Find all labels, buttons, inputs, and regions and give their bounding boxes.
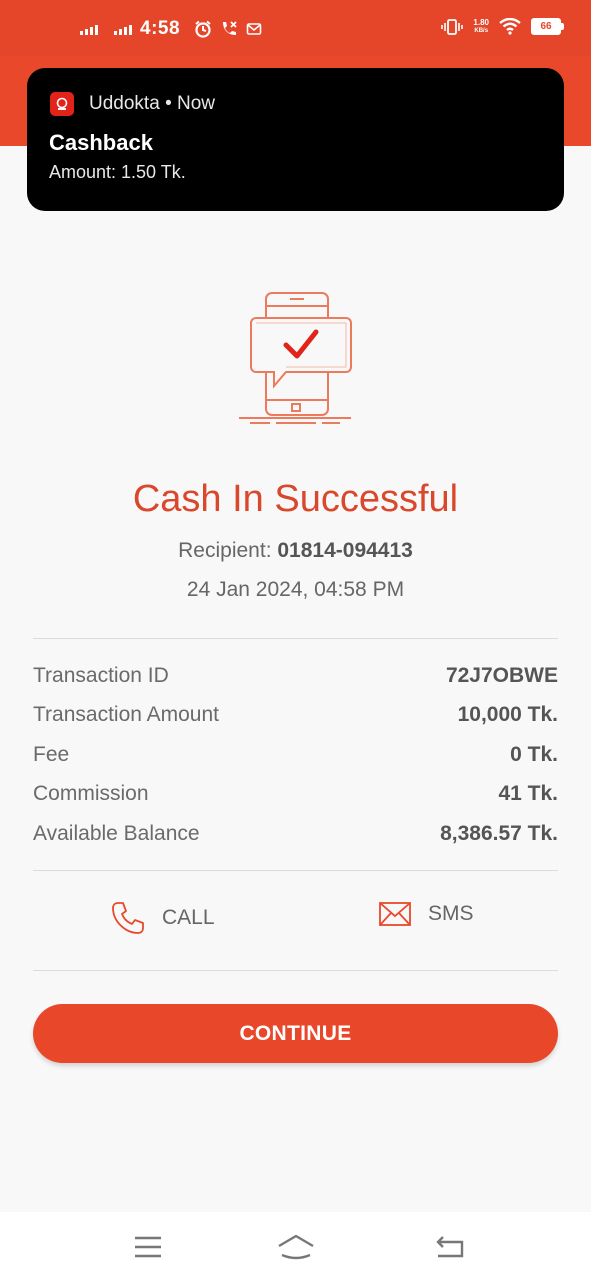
network-speed-unit: KB/s	[474, 27, 489, 34]
continue-button[interactable]: CONTINUE	[33, 1004, 558, 1063]
menu-icon	[135, 1236, 161, 1258]
home-icon	[278, 1234, 314, 1260]
recipient-line: Recipient: 01814-094413	[0, 539, 591, 563]
notification-time: Now	[177, 93, 216, 114]
notification-body: Amount: 1.50 Tk.	[49, 162, 186, 182]
divider	[33, 870, 558, 871]
wifi-icon	[499, 18, 521, 35]
envelope-icon	[379, 902, 411, 926]
detail-value: 8,386.57 Tk.	[440, 821, 558, 845]
detail-value: 0 Tk.	[510, 742, 558, 766]
battery-level: 66	[540, 21, 552, 32]
app-logo-icon	[50, 92, 74, 116]
back-button[interactable]	[433, 1230, 467, 1264]
status-bar: 4:58 1.80 KB/s 66	[0, 0, 591, 56]
phone-icon	[112, 902, 144, 934]
network-speed: 1.80 KB/s	[473, 17, 489, 35]
detail-value: 10,000 Tk.	[457, 703, 558, 727]
detail-row-fee: Fee 0 Tk.	[33, 735, 558, 775]
divider	[33, 638, 558, 639]
alarm-icon	[195, 20, 211, 38]
notification-app-label: Uddokta	[89, 93, 160, 114]
detail-label: Transaction Amount	[33, 703, 219, 727]
notification-app-name: Uddokta • Now	[89, 93, 215, 115]
signal-icon	[80, 23, 98, 35]
recipient-label: Recipient:	[178, 539, 272, 562]
notification-title: Cashback	[49, 130, 153, 155]
call-label: CALL	[162, 906, 215, 929]
transaction-details: Transaction ID 72J7OBWE Transaction Amou…	[33, 656, 558, 854]
signal-icon	[114, 23, 132, 35]
back-icon	[436, 1236, 464, 1258]
detail-row-commission: Commission 41 Tk.	[33, 775, 558, 815]
phone-success-icon	[239, 292, 352, 424]
detail-value: 41 Tk.	[498, 782, 558, 806]
detail-row-transaction-amount: Transaction Amount 10,000 Tk.	[33, 696, 558, 736]
notification-separator: •	[165, 93, 177, 114]
detail-value: 72J7OBWE	[445, 663, 558, 687]
transaction-datetime: 24 Jan 2024, 04:58 PM	[186, 578, 405, 601]
navigation-bar	[0, 1212, 591, 1280]
sms-label: SMS	[428, 902, 474, 925]
missed-call-icon	[223, 21, 237, 35]
success-title: Cash In Successful	[132, 478, 459, 520]
home-button[interactable]	[275, 1230, 317, 1264]
status-time: 4:58	[140, 18, 181, 39]
battery-icon: 66	[531, 18, 564, 35]
menu-button[interactable]	[131, 1230, 165, 1264]
message-icon	[246, 23, 262, 35]
detail-label: Transaction ID	[33, 663, 169, 687]
recipient-number: 01814-094413	[277, 539, 413, 562]
detail-label: Available Balance	[33, 821, 200, 845]
cashback-notification[interactable]: Uddokta • Now Cashback Amount: 1.50 Tk.	[27, 68, 564, 211]
network-speed-value: 1.80	[473, 17, 489, 27]
sms-button[interactable]: SMS	[378, 900, 474, 928]
detail-label: Commission	[33, 782, 149, 806]
detail-label: Fee	[33, 742, 70, 766]
detail-row-transaction-id: Transaction ID 72J7OBWE	[33, 656, 558, 696]
detail-row-available-balance: Available Balance 8,386.57 Tk.	[33, 814, 558, 854]
call-button[interactable]: CALL	[110, 900, 215, 936]
divider	[33, 970, 558, 971]
vibrate-icon	[441, 18, 464, 35]
